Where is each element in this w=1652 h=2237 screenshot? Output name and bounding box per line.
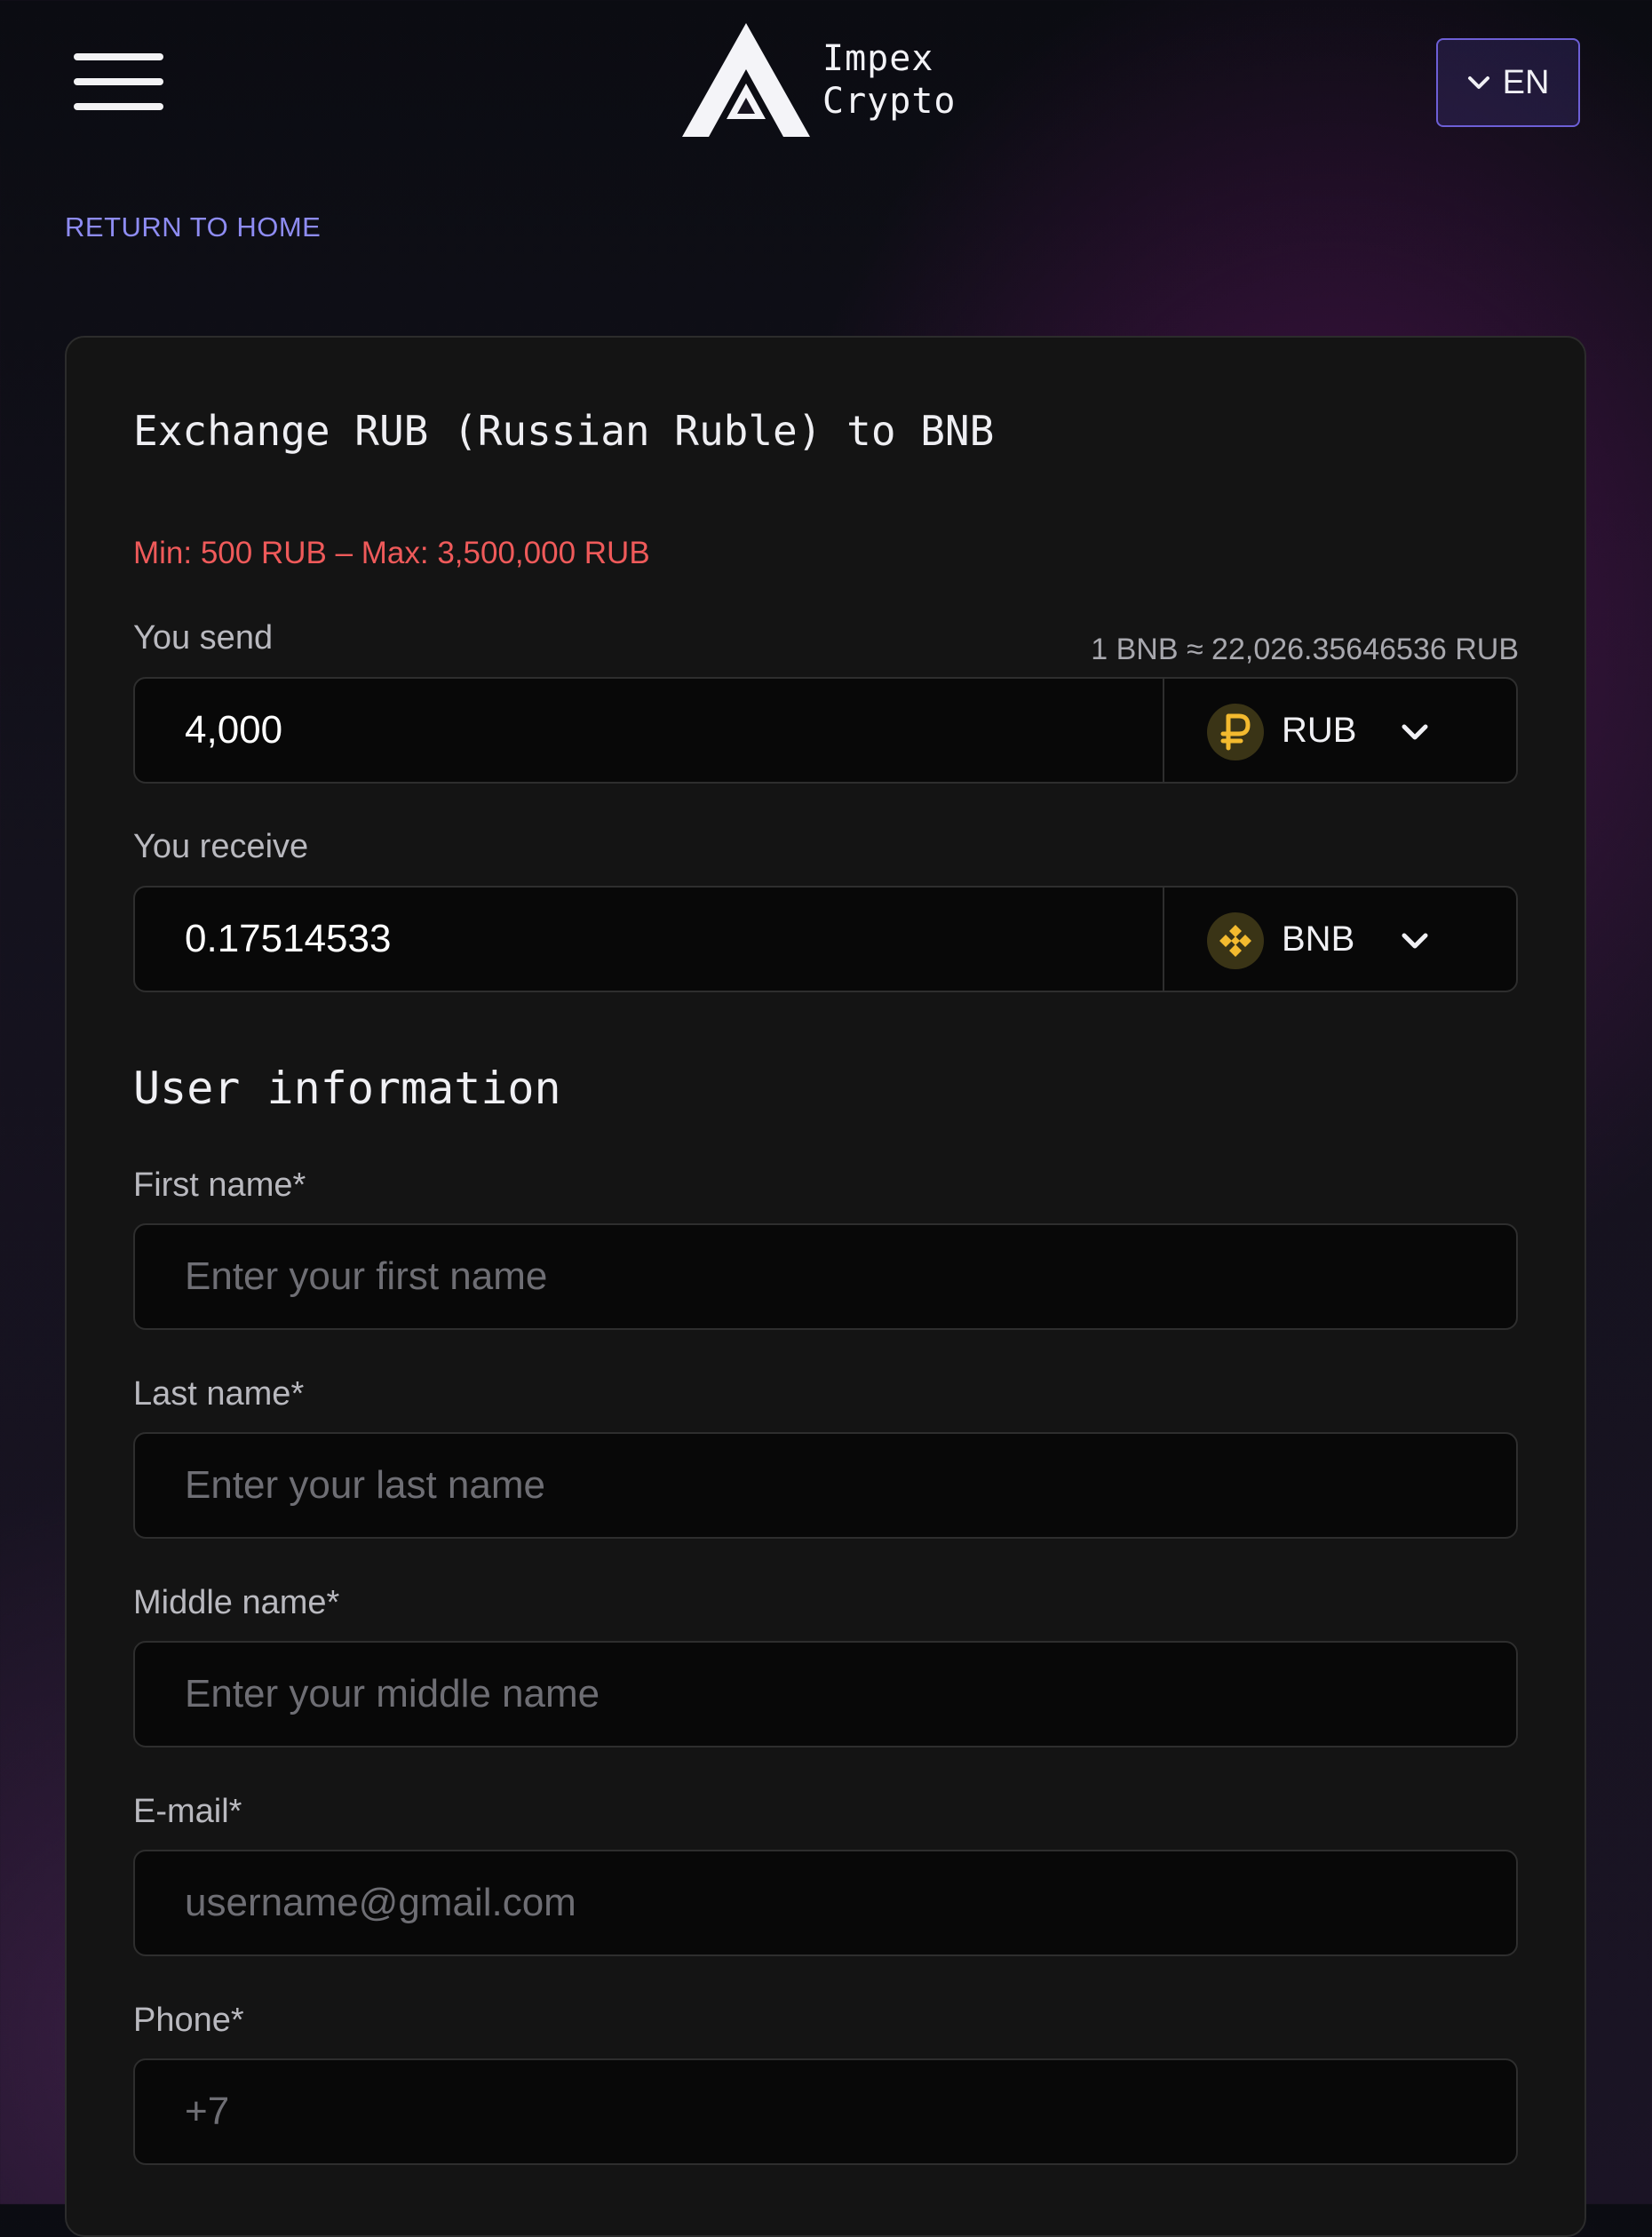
email-input[interactable] (135, 1851, 1516, 1954)
chevron-down-icon (1467, 76, 1489, 89)
section-title-user-info: User information (133, 1063, 561, 1114)
receive-label: You receive (133, 828, 309, 865)
middle-name-field (133, 1641, 1518, 1747)
first-name-label: First name* (133, 1166, 306, 1204)
language-selector[interactable]: EN (1436, 38, 1580, 127)
menu-line (74, 78, 163, 85)
menu-line (74, 103, 163, 110)
language-label: EN (1502, 63, 1550, 101)
return-home-link[interactable]: RETURN TO HOME (65, 211, 321, 243)
middle-name-input[interactable] (135, 1643, 1516, 1746)
phone-label: Phone* (133, 2002, 244, 2039)
email-label: E-mail* (133, 1793, 242, 1830)
receive-field: BNB (133, 886, 1518, 992)
email-field (133, 1850, 1518, 1956)
send-label: You send (133, 619, 274, 657)
last-name-label: Last name* (133, 1375, 305, 1413)
send-currency-select[interactable]: RUB (1163, 679, 1518, 782)
receive-currency-code: BNB (1282, 919, 1355, 959)
logo-mark-icon (682, 23, 810, 137)
logo[interactable]: Impex Crypto (675, 20, 968, 144)
phone-field (133, 2058, 1518, 2165)
exchange-rate: 1 BNB ≈ 22,026.35646536 RUB (1091, 633, 1519, 666)
phone-input[interactable] (135, 2060, 1516, 2163)
menu-icon[interactable] (74, 53, 163, 110)
receive-amount-input[interactable] (135, 888, 1163, 991)
chevron-down-icon (1402, 724, 1428, 740)
last-name-field (133, 1432, 1518, 1539)
send-field: RUB (133, 677, 1518, 784)
first-name-input[interactable] (135, 1225, 1516, 1328)
send-currency-code: RUB (1282, 711, 1357, 750)
receive-currency-select[interactable]: BNB (1163, 888, 1518, 991)
page-title: Exchange RUB (Russian Ruble) to BNB (133, 407, 995, 455)
limits-text: Min: 500 RUB – Max: 3,500,000 RUB (133, 536, 650, 570)
logo-line2: Crypto (822, 81, 957, 122)
first-name-field (133, 1223, 1518, 1330)
ruble-coin-icon (1207, 704, 1264, 760)
logo-line1: Impex (822, 38, 934, 79)
last-name-input[interactable] (135, 1434, 1516, 1537)
middle-name-label: Middle name* (133, 1584, 340, 1621)
logo-text: Impex Crypto (822, 37, 957, 123)
send-amount-input[interactable] (135, 679, 1163, 782)
chevron-down-icon (1402, 933, 1428, 949)
bnb-coin-icon (1207, 912, 1264, 969)
menu-line (74, 53, 163, 60)
